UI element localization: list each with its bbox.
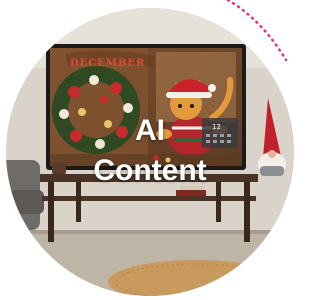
living-room-scene: DECEMBER 12 bbox=[6, 8, 294, 296]
banner-text: DECEMBER bbox=[70, 58, 145, 69]
ai-content-label-line1: AI bbox=[135, 114, 165, 147]
ai-content-label-line2: Content bbox=[93, 154, 207, 187]
television: DECEMBER 12 bbox=[46, 44, 246, 170]
image-circle-frame: DECEMBER 12 AI Content bbox=[6, 8, 294, 296]
december-banner: DECEMBER bbox=[64, 50, 156, 69]
